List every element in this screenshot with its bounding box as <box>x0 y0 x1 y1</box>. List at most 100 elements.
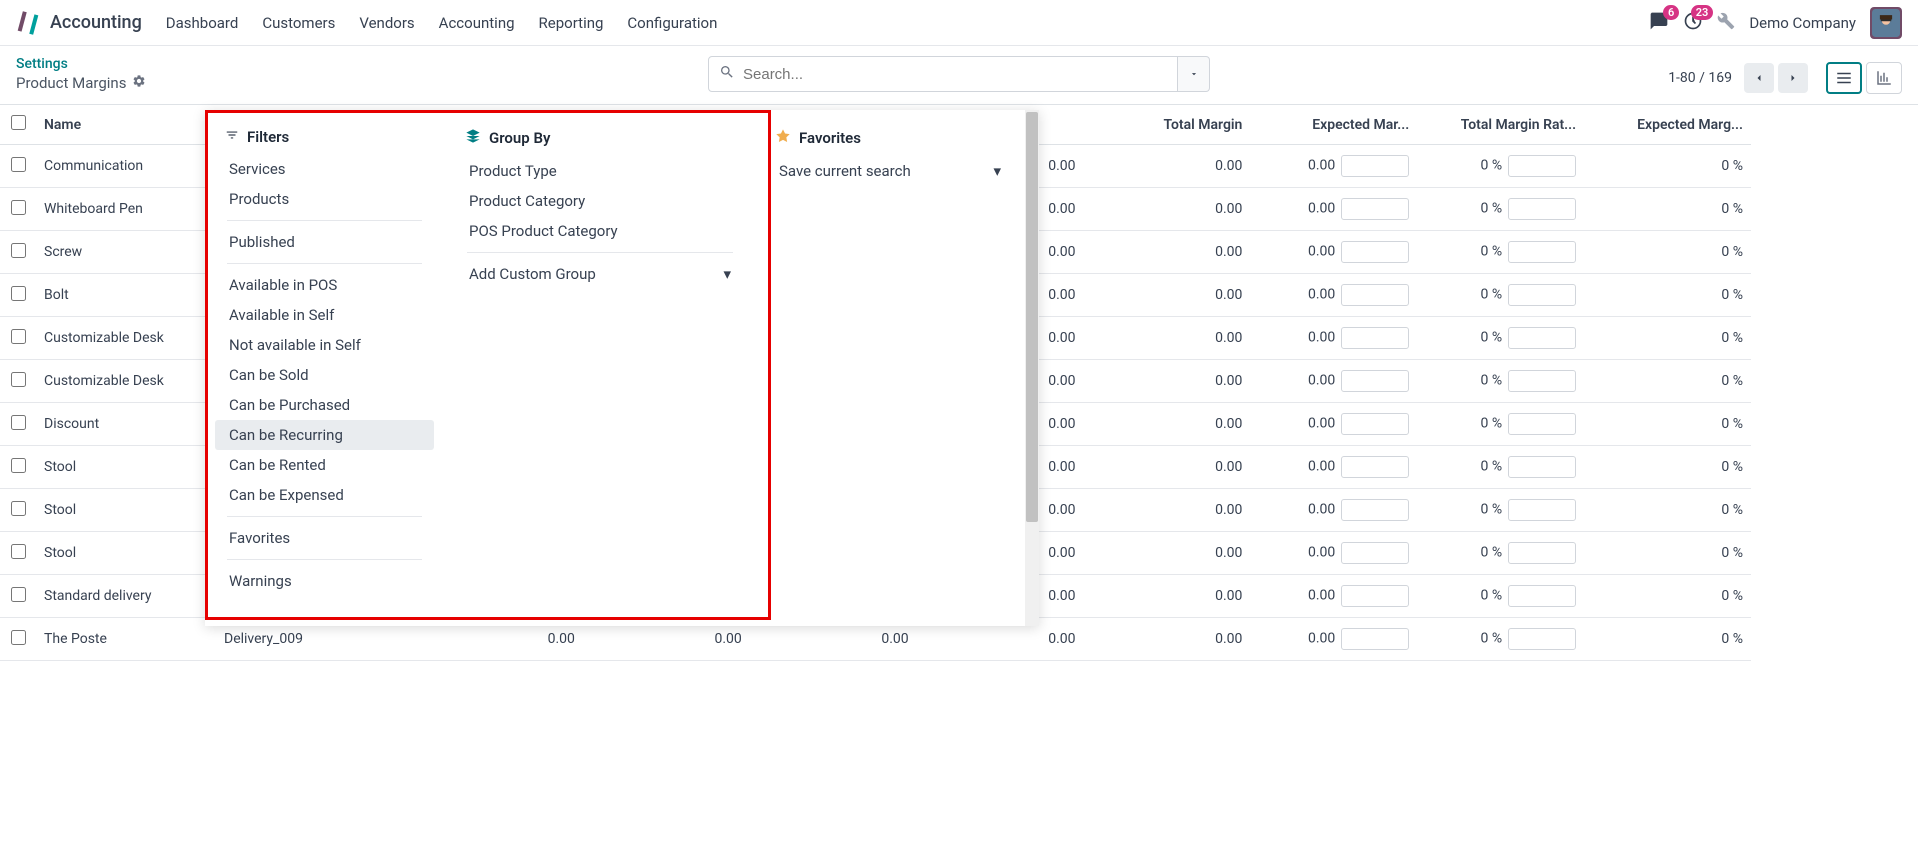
cell-val: 0.00 <box>1250 317 1417 360</box>
inline-input[interactable] <box>1341 370 1409 392</box>
col-name[interactable]: Name <box>36 105 216 145</box>
cell-val: 0 % <box>1584 446 1751 489</box>
inline-input[interactable] <box>1508 413 1576 435</box>
cell-name: Whiteboard Pen <box>36 188 216 231</box>
cell-val: 0 % <box>1417 231 1584 274</box>
gear-icon[interactable] <box>132 74 146 92</box>
inline-input[interactable] <box>1508 370 1576 392</box>
inline-input[interactable] <box>1341 327 1409 349</box>
row-checkbox[interactable] <box>11 630 26 645</box>
inline-input[interactable] <box>1341 284 1409 306</box>
tools-icon[interactable] <box>1717 12 1735 34</box>
pager-text[interactable]: 1-80 / 169 <box>1668 70 1732 86</box>
app-title[interactable]: Accounting <box>50 12 142 33</box>
inline-input[interactable] <box>1508 241 1576 263</box>
company-name[interactable]: Demo Company <box>1749 14 1856 32</box>
inline-input[interactable] <box>1508 585 1576 607</box>
cell-val: 0 % <box>1417 188 1584 231</box>
pager-next-button[interactable] <box>1778 63 1808 93</box>
inline-input[interactable] <box>1341 198 1409 220</box>
filter-item[interactable]: Warnings <box>215 566 434 596</box>
nav-vendors[interactable]: Vendors <box>359 14 414 32</box>
nav-customers[interactable]: Customers <box>262 14 335 32</box>
filter-item[interactable]: Can be Recurring <box>215 420 434 450</box>
breadcrumb-current: Product Margins <box>16 74 146 92</box>
inline-input[interactable] <box>1341 241 1409 263</box>
inline-input[interactable] <box>1508 499 1576 521</box>
cell-val: 0 % <box>1417 446 1584 489</box>
groupby-item[interactable]: POS Product Category <box>455 216 745 246</box>
inline-input[interactable] <box>1508 542 1576 564</box>
nav-configuration[interactable]: Configuration <box>627 14 717 32</box>
row-checkbox[interactable] <box>11 372 26 387</box>
inline-input[interactable] <box>1508 456 1576 478</box>
row-checkbox[interactable] <box>11 415 26 430</box>
inline-input[interactable] <box>1508 628 1576 650</box>
cell-val: 0.00 <box>1084 188 1251 231</box>
nav-accounting[interactable]: Accounting <box>439 14 515 32</box>
col-total-margin-rate[interactable]: Total Margin Rat... <box>1417 105 1584 145</box>
row-checkbox[interactable] <box>11 200 26 215</box>
user-avatar[interactable] <box>1870 7 1902 39</box>
inline-input[interactable] <box>1341 499 1409 521</box>
cell-val: 0.00 <box>1084 403 1251 446</box>
search-dropdown-panel: Filters ServicesProductsPublishedAvailab… <box>205 110 1039 626</box>
row-checkbox[interactable] <box>11 501 26 516</box>
cell-name: Communication <box>36 145 216 188</box>
inline-input[interactable] <box>1341 413 1409 435</box>
cell-val: 0 % <box>1417 575 1584 618</box>
groupby-item[interactable]: Product Category <box>455 186 745 216</box>
groupby-item[interactable]: Product Type <box>455 156 745 186</box>
nav-reporting[interactable]: Reporting <box>539 14 604 32</box>
cell-val: 0 % <box>1584 317 1751 360</box>
graph-view-button[interactable] <box>1866 62 1902 94</box>
cell-val: 0.00 <box>1250 489 1417 532</box>
filter-item[interactable]: Products <box>215 184 434 214</box>
filter-item[interactable]: Can be Rented <box>215 450 434 480</box>
inline-input[interactable] <box>1508 284 1576 306</box>
row-checkbox[interactable] <box>11 329 26 344</box>
filter-item[interactable]: Can be Expensed <box>215 480 434 510</box>
filter-item[interactable]: Can be Purchased <box>215 390 434 420</box>
col-expected-margin-rate[interactable]: Expected Marg... <box>1584 105 1751 145</box>
inline-input[interactable] <box>1508 198 1576 220</box>
search-box[interactable] <box>708 56 1178 92</box>
row-checkbox[interactable] <box>11 458 26 473</box>
row-checkbox[interactable] <box>11 243 26 258</box>
list-view-button[interactable] <box>1826 62 1862 94</box>
col-expected-margin[interactable]: Expected Mar... <box>1250 105 1417 145</box>
filter-item[interactable]: Not available in Self <box>215 330 434 360</box>
row-checkbox[interactable] <box>11 587 26 602</box>
search-options-toggle[interactable] <box>1178 56 1210 92</box>
scrollbar-thumb[interactable] <box>1026 112 1038 522</box>
select-all-checkbox[interactable] <box>11 115 26 130</box>
cell-val: 0.00 <box>1084 274 1251 317</box>
breadcrumb-parent[interactable]: Settings <box>16 56 146 72</box>
inline-input[interactable] <box>1341 585 1409 607</box>
inline-input[interactable] <box>1341 628 1409 650</box>
inline-input[interactable] <box>1341 456 1409 478</box>
filter-item[interactable]: Services <box>215 154 434 184</box>
add-custom-group[interactable]: Add Custom Group ▾ <box>455 259 745 289</box>
filter-item[interactable]: Published <box>215 227 434 257</box>
pager-prev-button[interactable] <box>1744 63 1774 93</box>
row-checkbox[interactable] <box>11 544 26 559</box>
messages-icon[interactable]: 6 <box>1649 11 1669 35</box>
filter-item[interactable]: Can be Sold <box>215 360 434 390</box>
inline-input[interactable] <box>1508 155 1576 177</box>
row-checkbox[interactable] <box>11 157 26 172</box>
filter-item[interactable]: Favorites <box>215 523 434 553</box>
nav-dashboard[interactable]: Dashboard <box>166 14 239 32</box>
filter-item[interactable]: Available in POS <box>215 270 434 300</box>
col-total-margin[interactable]: Total Margin <box>1084 105 1251 145</box>
save-current-search[interactable]: Save current search ▾ <box>765 156 1015 186</box>
activities-icon[interactable]: 23 <box>1683 11 1703 35</box>
inline-input[interactable] <box>1508 327 1576 349</box>
search-input[interactable] <box>743 66 1167 83</box>
inline-input[interactable] <box>1341 542 1409 564</box>
dropdown-scrollbar[interactable] <box>1025 110 1039 626</box>
inline-input[interactable] <box>1341 155 1409 177</box>
row-checkbox[interactable] <box>11 286 26 301</box>
app-logo[interactable] <box>16 11 40 35</box>
filter-item[interactable]: Available in Self <box>215 300 434 330</box>
